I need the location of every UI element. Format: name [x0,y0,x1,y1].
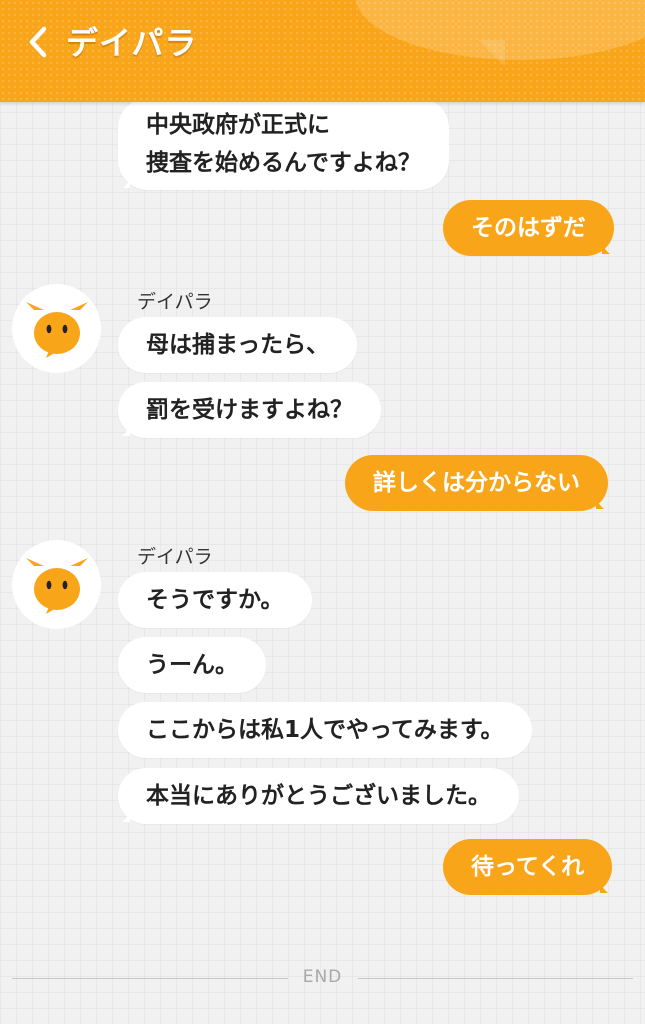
incoming-message: そうですか。 [118,572,312,628]
incoming-message: 中央政府が正式に 捜査を始めるんですよね？ [118,98,449,190]
bubble-tail [601,236,624,254]
mascot-icon [25,557,88,614]
sender-name: デイパラ [137,291,213,313]
outgoing-message: 詳しくは分からない [345,455,608,511]
incoming-message: 罰を受けますよね？ [118,382,381,438]
incoming-message: 母は捕まったら、 [118,317,358,373]
end-label: END [302,967,343,987]
page-title: デイパラ [66,24,198,62]
bubble-tail [108,418,130,436]
end-marker: END [0,967,645,987]
outgoing-message: 待ってくれ [443,839,613,895]
back-button[interactable] [20,20,56,64]
incoming-message: 本当にありがとうございました。 [118,768,519,824]
header-decoration [479,40,505,66]
avatar[interactable] [12,540,101,629]
avatar[interactable] [12,284,101,373]
outgoing-message: そのはずだ [443,200,614,256]
mascot-icon [25,301,88,358]
sender-name: デイパラ [137,546,213,568]
bubble-tail [600,875,622,893]
incoming-message: うーん。 [118,637,266,693]
message-text: そのはずだ [471,215,586,241]
message-text: 母は捕まったら、 [146,332,330,358]
bubble-tail [108,170,130,188]
message-text: そうですか。 [146,587,284,613]
message-text: 本当にありがとうございました。 [146,783,491,809]
message-text: 罰を受けますよね？ [146,397,353,423]
bubble-tail [108,804,130,822]
message-text: うーん。 [146,652,238,678]
message-text: 待ってくれ [471,854,585,880]
chat-log[interactable]: 中央政府が正式に 捜査を始めるんですよね？ そのはずだ デイパラ 母は捕まったら… [0,0,645,1024]
message-text: 中央政府が正式に 捜査を始めるんですよね？ [146,112,421,176]
bubble-tail [596,491,618,509]
chevron-left-icon [29,26,47,58]
message-text: ここからは私1人でやってみます。 [146,717,504,743]
app-header: デイパラ [0,0,645,102]
message-text: 詳しくは分からない [373,470,580,496]
incoming-message: ここからは私1人でやってみます。 [118,702,532,758]
